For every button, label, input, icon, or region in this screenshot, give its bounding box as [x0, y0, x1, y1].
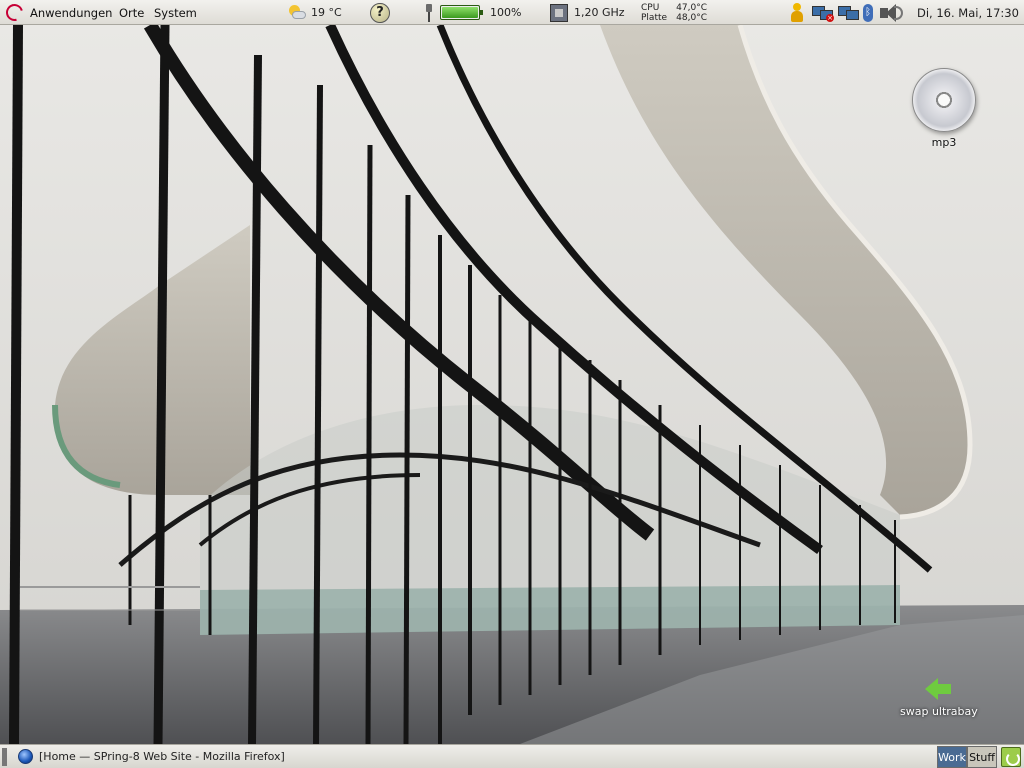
bluetooth-status[interactable]: ᛒ: [863, 0, 873, 25]
desktop-icon-swap-ultrabay-label: swap ultrabay: [900, 705, 978, 718]
disk-temp-value: 48,0°C: [676, 12, 707, 23]
volume-control[interactable]: [878, 0, 904, 25]
workspace-switcher: Work Stuff: [937, 746, 997, 768]
back-arrow-icon: [924, 677, 953, 701]
workspace-stuff[interactable]: Stuff: [967, 746, 997, 768]
partly-cloudy-icon: [288, 4, 306, 21]
network-status[interactable]: [838, 0, 860, 25]
weather-temperature: 19 °C: [311, 6, 342, 19]
help-button[interactable]: ?: [370, 0, 390, 25]
volume-icon: [878, 3, 904, 23]
weather-applet[interactable]: 19 °C: [288, 0, 342, 25]
cpu-icon: [550, 3, 568, 22]
panel-handle[interactable]: [2, 748, 7, 766]
battery-fill: [442, 7, 478, 18]
taskbar-button-label: [Home — SPring-8 Web Site - Mozilla Fire…: [39, 750, 285, 763]
menu-applications[interactable]: Anwendungen: [30, 0, 112, 25]
cd-icon: [912, 68, 976, 132]
user-switcher[interactable]: [790, 0, 804, 25]
cpu-frequency-applet[interactable]: 1,20 GHz: [550, 0, 625, 25]
network-disconnected-icon: ×: [812, 4, 834, 22]
wallpaper-building-image: [0, 25, 1024, 744]
user-icon: [790, 2, 804, 23]
battery-meter: [440, 5, 483, 20]
battery-percent: 100%: [490, 6, 522, 19]
menu-places[interactable]: Orte: [119, 0, 144, 25]
bluetooth-icon: ᛒ: [863, 3, 873, 22]
cpu-frequency-value: 1,20 GHz: [574, 6, 625, 19]
sensors-readout: CPU 47,0°C Platte 48,0°C: [641, 3, 707, 23]
taskbar-button-firefox[interactable]: [Home — SPring-8 Web Site - Mozilla Fire…: [14, 746, 314, 767]
power-plug-icon: [424, 3, 434, 22]
sensors-applet[interactable]: CPU 47,0°C Platte 48,0°C: [641, 0, 707, 25]
bottom-panel: [Home — SPring-8 Web Site - Mozilla Fire…: [0, 744, 1024, 768]
disk-temp-label: Platte: [641, 12, 668, 23]
battery-applet[interactable]: 100%: [424, 0, 521, 25]
debian-logo-icon: [2, 0, 27, 25]
help-icon: ?: [370, 2, 390, 23]
menu-system[interactable]: System: [154, 0, 197, 25]
workspace-work[interactable]: Work: [937, 746, 967, 768]
firefox-icon: [18, 749, 33, 764]
desktop-icon-swap-ultrabay[interactable]: swap ultrabay: [900, 677, 978, 718]
desktop-icon-mp3-label: mp3: [931, 136, 957, 149]
desktop: mp3 swap ultrabay: [0, 25, 1024, 744]
cpu-temp-value: 47,0°C: [676, 2, 707, 13]
trash-icon[interactable]: [1001, 747, 1021, 767]
network-disconnected-status[interactable]: ×: [812, 0, 834, 25]
clock[interactable]: Di, 16. Mai, 17:30: [917, 0, 1019, 25]
cpu-temp-label: CPU: [641, 2, 660, 13]
desktop-icon-mp3[interactable]: mp3: [912, 68, 976, 149]
debian-menu-icon[interactable]: [2, 0, 27, 25]
top-panel: Anwendungen Orte System 19 °C ? 100% 1,2…: [0, 0, 1024, 25]
network-icon: [838, 4, 860, 22]
